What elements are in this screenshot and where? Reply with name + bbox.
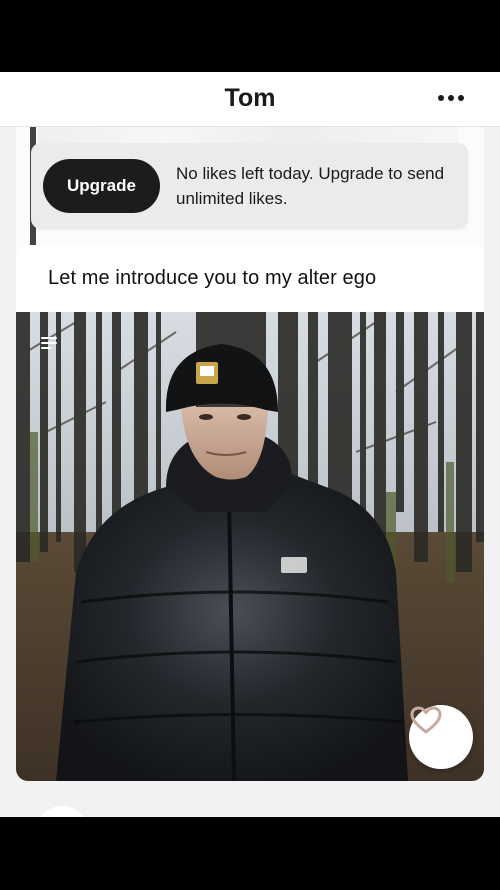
line <box>41 347 51 349</box>
caption-lines-icon[interactable] <box>41 337 59 351</box>
more-options-icon[interactable] <box>438 95 464 101</box>
heart-icon <box>410 706 442 734</box>
upgrade-button[interactable]: Upgrade <box>43 159 160 213</box>
line <box>41 337 57 339</box>
dot <box>438 95 444 101</box>
prompt-photo-card: Let me introduce you to my alter ego <box>16 245 484 781</box>
toast-message: No likes left today. Upgrade to send unl… <box>176 164 445 208</box>
card-prompt: Let me introduce you to my alter ego <box>48 267 377 289</box>
profile-photo[interactable] <box>16 312 484 781</box>
no-likes-toast: Upgrade No likes left today. Upgrade to … <box>31 143 468 229</box>
dot <box>458 95 464 101</box>
line <box>41 342 57 344</box>
top-bar: Tom <box>0 72 500 127</box>
profile-screen: Tom Upgrade No likes left today. Upgrade… <box>0 72 500 817</box>
dot <box>448 95 454 101</box>
next-card-avatar <box>36 806 88 817</box>
profile-name-title: Tom <box>224 84 276 112</box>
like-button[interactable] <box>409 705 473 769</box>
